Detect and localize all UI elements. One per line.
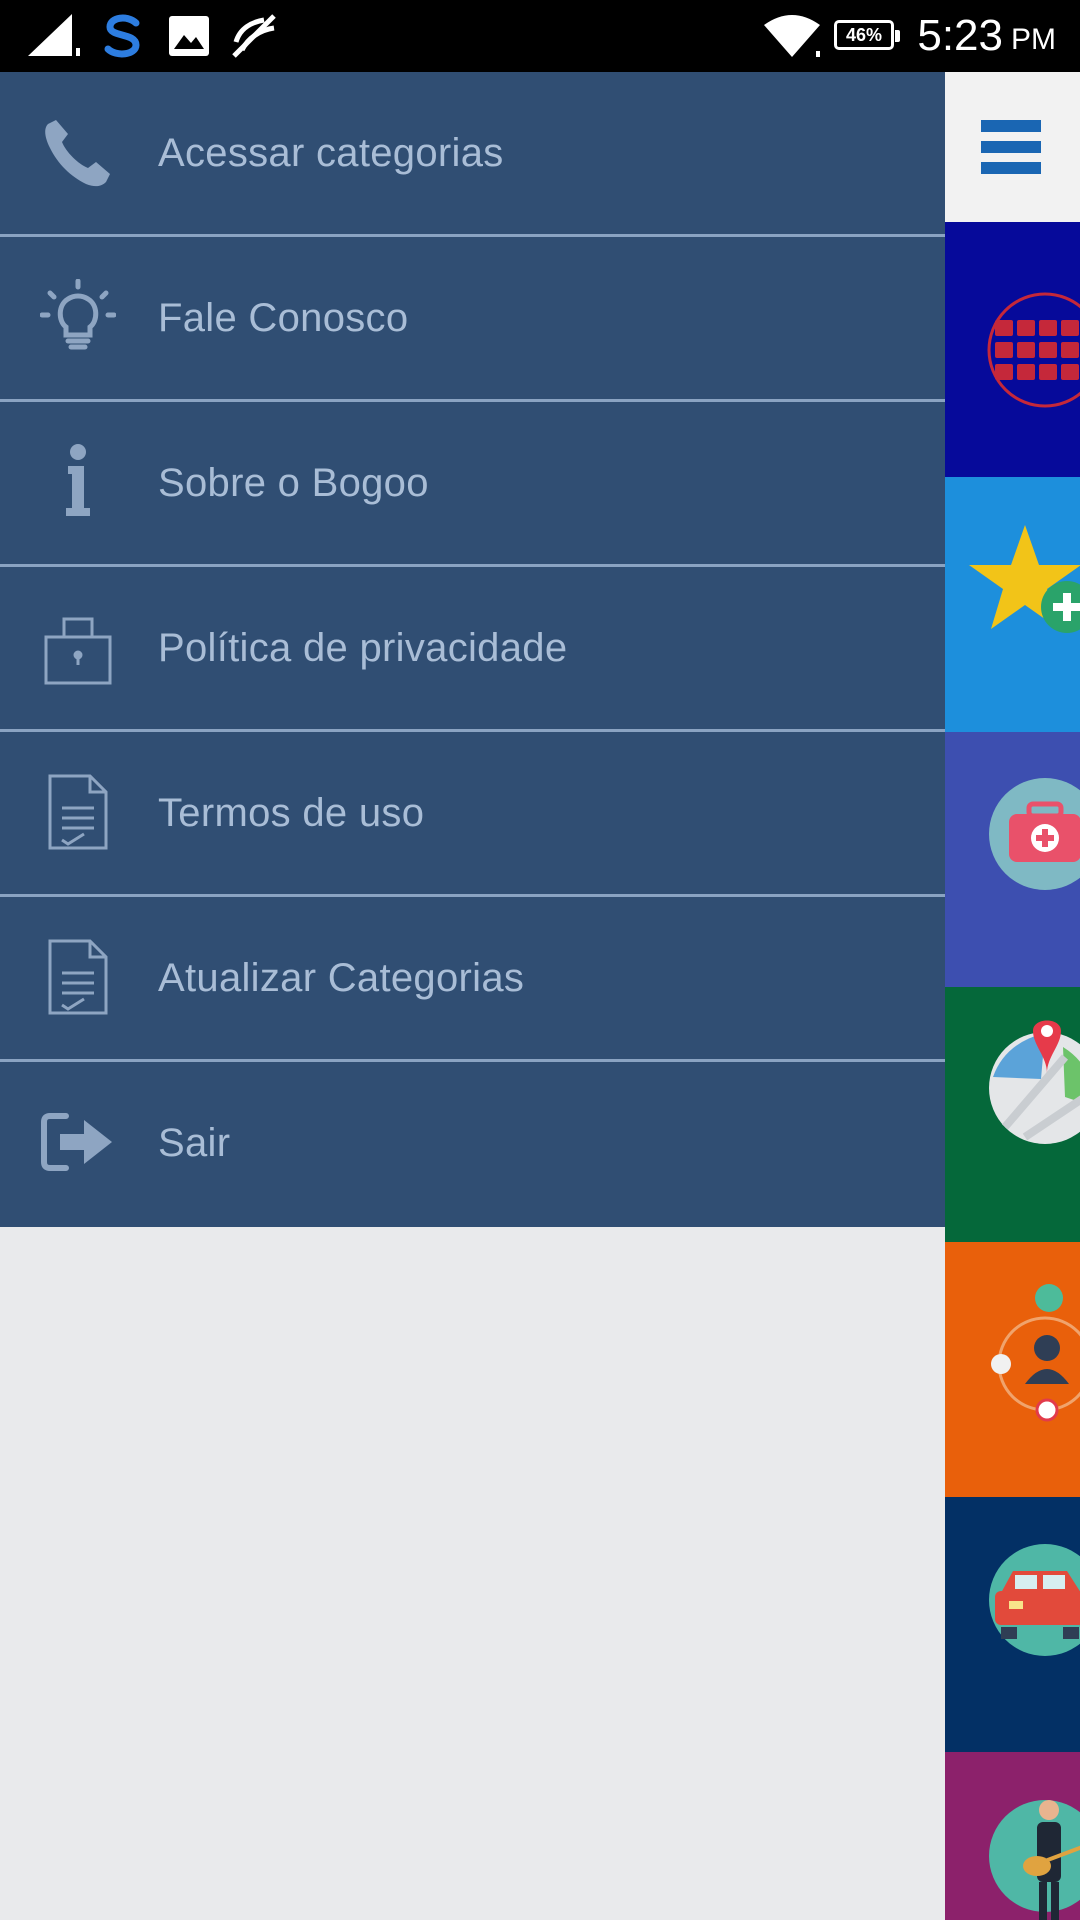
- musician-icon: [989, 1800, 1080, 1920]
- menu-item-fale-conosco[interactable]: Fale Conosco: [0, 237, 945, 402]
- map-pin-icon: [989, 1020, 1080, 1144]
- drawer-empty-area: [0, 1227, 945, 1920]
- lightbulb-icon: [38, 277, 118, 357]
- phone-icon: [38, 112, 118, 192]
- menu-item-label: Fale Conosco: [158, 295, 409, 340]
- navigation-drawer: Acessar categorias Fale Conosco Sobre o …: [0, 72, 945, 1227]
- category-tile-music[interactable]: [945, 1752, 1080, 1920]
- clock: 5:23 PM: [917, 0, 1056, 72]
- car-icon: [989, 1544, 1080, 1656]
- menu-item-termos-de-uso[interactable]: Termos de uso: [0, 732, 945, 897]
- category-tile-social[interactable]: [945, 1242, 1080, 1497]
- clock-time: 5:23: [917, 11, 1003, 60]
- image-icon: [168, 0, 210, 72]
- grid-icon: [987, 292, 1080, 408]
- menu-item-label: Política de privacidade: [158, 625, 568, 670]
- document-icon: [38, 937, 118, 1017]
- info-icon: [38, 442, 118, 522]
- menu-item-label: Termos de uso: [158, 790, 425, 835]
- battery-icon: 46%: [834, 20, 900, 50]
- category-tile-grid[interactable]: [945, 222, 1080, 477]
- category-tile-favorites[interactable]: [945, 477, 1080, 732]
- status-bar: 46% 5:23 PM: [0, 0, 1080, 72]
- menu-item-label: Atualizar Categorias: [158, 955, 525, 1000]
- category-tile-maps[interactable]: [945, 987, 1080, 1242]
- category-tile-transport[interactable]: [945, 1497, 1080, 1752]
- exit-icon: [38, 1102, 118, 1182]
- star-add-icon: [969, 525, 1080, 633]
- menu-item-label: Acessar categorias: [158, 130, 504, 175]
- menu-item-sair[interactable]: Sair: [0, 1062, 945, 1227]
- app-s-icon: [98, 0, 148, 72]
- app-background: [945, 72, 1080, 1920]
- document-icon: [38, 772, 118, 852]
- app-header: [945, 72, 1080, 222]
- hamburger-icon[interactable]: [981, 120, 1041, 174]
- menu-item-atualizar-categorias[interactable]: Atualizar Categorias: [0, 897, 945, 1062]
- menu-item-politica-de-privacidade[interactable]: Política de privacidade: [0, 567, 945, 732]
- signal-icon: [28, 0, 84, 72]
- people-network-icon: [991, 1284, 1080, 1422]
- wifi-icon: [762, 0, 822, 72]
- menu-item-acessar-categorias[interactable]: Acessar categorias: [0, 72, 945, 237]
- first-aid-icon: [989, 778, 1080, 890]
- mute-icon: [228, 0, 280, 72]
- clock-ampm: PM: [1011, 23, 1056, 56]
- battery-percent: 46%: [845, 24, 883, 45]
- category-tile-health[interactable]: [945, 732, 1080, 987]
- menu-item-sobre-o-bogoo[interactable]: Sobre o Bogoo: [0, 402, 945, 567]
- lock-icon: [38, 607, 118, 687]
- menu-item-label: Sobre o Bogoo: [158, 460, 429, 505]
- menu-item-label: Sair: [158, 1120, 231, 1165]
